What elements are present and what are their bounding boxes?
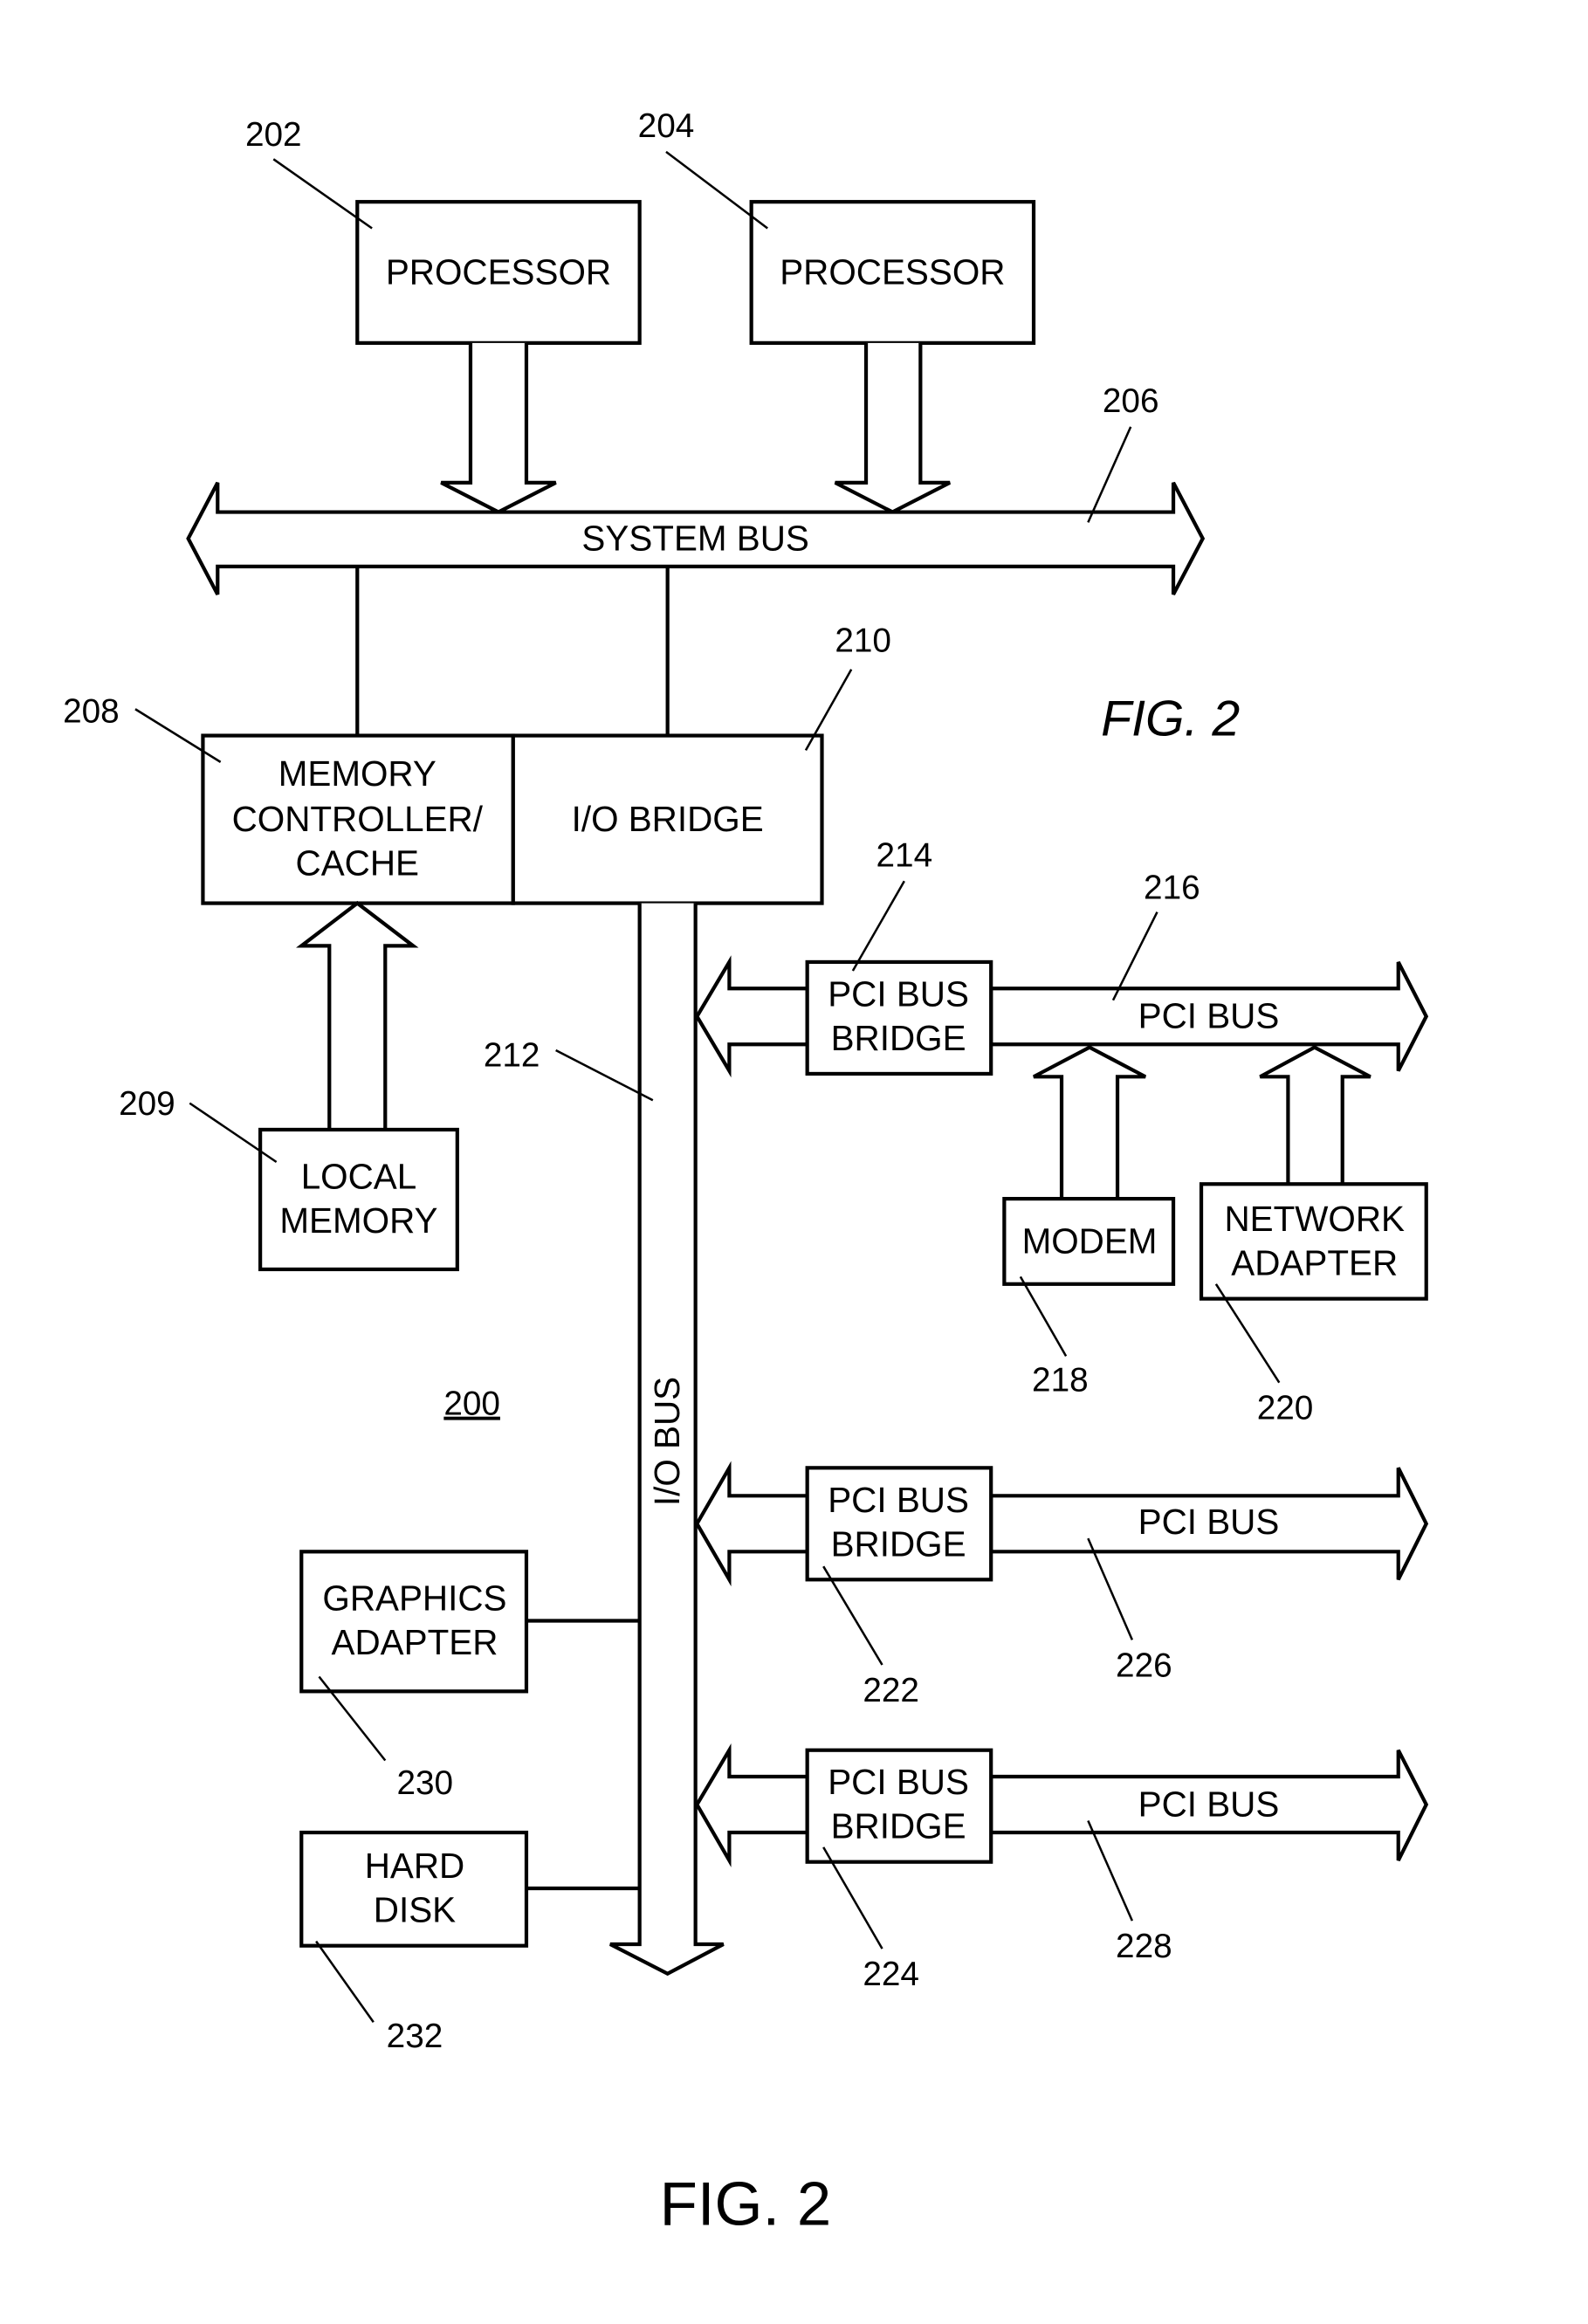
pci-bus-label: PCI BUS (1138, 996, 1280, 1036)
line: MEMORY (278, 753, 437, 794)
ref-212: 212 (484, 1037, 540, 1075)
patent-figure: FIG. 2 FIG. 2 200 PROCESSOR 202 PROCESSO… (0, 0, 1588, 2324)
processor-204: PROCESSOR 204 (638, 107, 1036, 345)
line: CACHE (296, 843, 419, 884)
io-bus-label: I/O BUS (647, 1377, 687, 1506)
ref-210: 210 (835, 622, 891, 660)
ref-220: 220 (1257, 1390, 1314, 1427)
arrow-network (1259, 1045, 1371, 1185)
ref-228: 228 (1116, 1928, 1172, 1965)
network-adapter-220: NETWORK ADAPTER 220 (1199, 1182, 1428, 1427)
processor-202: PROCESSOR 202 (245, 116, 642, 345)
system-bus-label: SYSTEM BUS (581, 518, 808, 558)
pci-bus-label: PCI BUS (1138, 1784, 1280, 1824)
modem-218: MODEM 218 (1002, 1197, 1176, 1399)
memory-controller-208: MEMORY CONTROLLER/ CACHE 208 (63, 692, 515, 905)
system-ref: 200 (443, 1385, 500, 1423)
io-bus: I/O BUS 212 (484, 903, 725, 1977)
pci-bridge-214: PCI BUS BRIDGE 214 (805, 836, 993, 1076)
line: DISK (374, 1890, 456, 1930)
line: BRIDGE (831, 1806, 966, 1846)
pci-bridge-224: PCI BUS BRIDGE 224 (805, 1748, 993, 1993)
processor-label: PROCESSOR (780, 251, 1005, 292)
ref-204: 204 (638, 107, 695, 145)
arrow-localmem (296, 900, 419, 1130)
modem-label: MODEM (1022, 1220, 1158, 1261)
ref-214: 214 (876, 836, 933, 874)
ref-222: 222 (863, 1672, 919, 1709)
ref-209: 209 (119, 1085, 175, 1123)
processor-label: PROCESSOR (386, 251, 611, 292)
line: ADAPTER (1231, 1243, 1398, 1283)
arrow-modem (1033, 1045, 1147, 1200)
line: CONTROLLER/ (232, 799, 484, 839)
io-bridge-label: I/O BRIDGE (572, 799, 764, 839)
line: PCI BUS (828, 973, 969, 1014)
line: ADAPTER (332, 1622, 498, 1662)
ref-202: 202 (245, 116, 302, 154)
line: GRAPHICS (322, 1578, 506, 1619)
line: BRIDGE (831, 1018, 966, 1058)
line: LOCAL (301, 1156, 417, 1196)
line: HARD (365, 1846, 465, 1886)
ref-226: 226 (1116, 1647, 1172, 1684)
line: MEMORY (279, 1200, 437, 1241)
line: BRIDGE (831, 1523, 966, 1564)
system-bus: SYSTEM BUS 206 (186, 382, 1206, 595)
line: NETWORK (1224, 1199, 1405, 1239)
figure-caption-bottom: FIG. 2 (660, 2169, 831, 2238)
line: PCI BUS (828, 1480, 969, 1520)
ref-232: 232 (387, 2018, 443, 2055)
arrow-proc2-bus (834, 342, 951, 514)
ref-216: 216 (1144, 870, 1200, 907)
ref-206: 206 (1103, 382, 1159, 420)
pci-bus-label: PCI BUS (1138, 1502, 1280, 1542)
arrow-proc1-bus (440, 342, 557, 514)
figure-caption-top: FIG. 2 (1101, 691, 1240, 747)
io-bridge-210: I/O BRIDGE 210 (511, 622, 891, 905)
ref-218: 218 (1032, 1362, 1089, 1399)
hard-disk-232: HARD DISK 232 (299, 1830, 640, 2055)
line: PCI BUS (828, 1762, 969, 1802)
ref-230: 230 (396, 1764, 453, 1802)
graphics-adapter-230: GRAPHICS ADAPTER 230 (299, 1550, 640, 1802)
ref-208: 208 (63, 692, 120, 730)
block-diagram: FIG. 2 FIG. 2 200 PROCESSOR 202 PROCESSO… (63, 107, 1429, 2238)
ref-224: 224 (863, 1956, 919, 1993)
local-memory-209: LOCAL MEMORY 209 (119, 1085, 459, 1272)
pci-bridge-222: PCI BUS BRIDGE 222 (805, 1466, 993, 1709)
